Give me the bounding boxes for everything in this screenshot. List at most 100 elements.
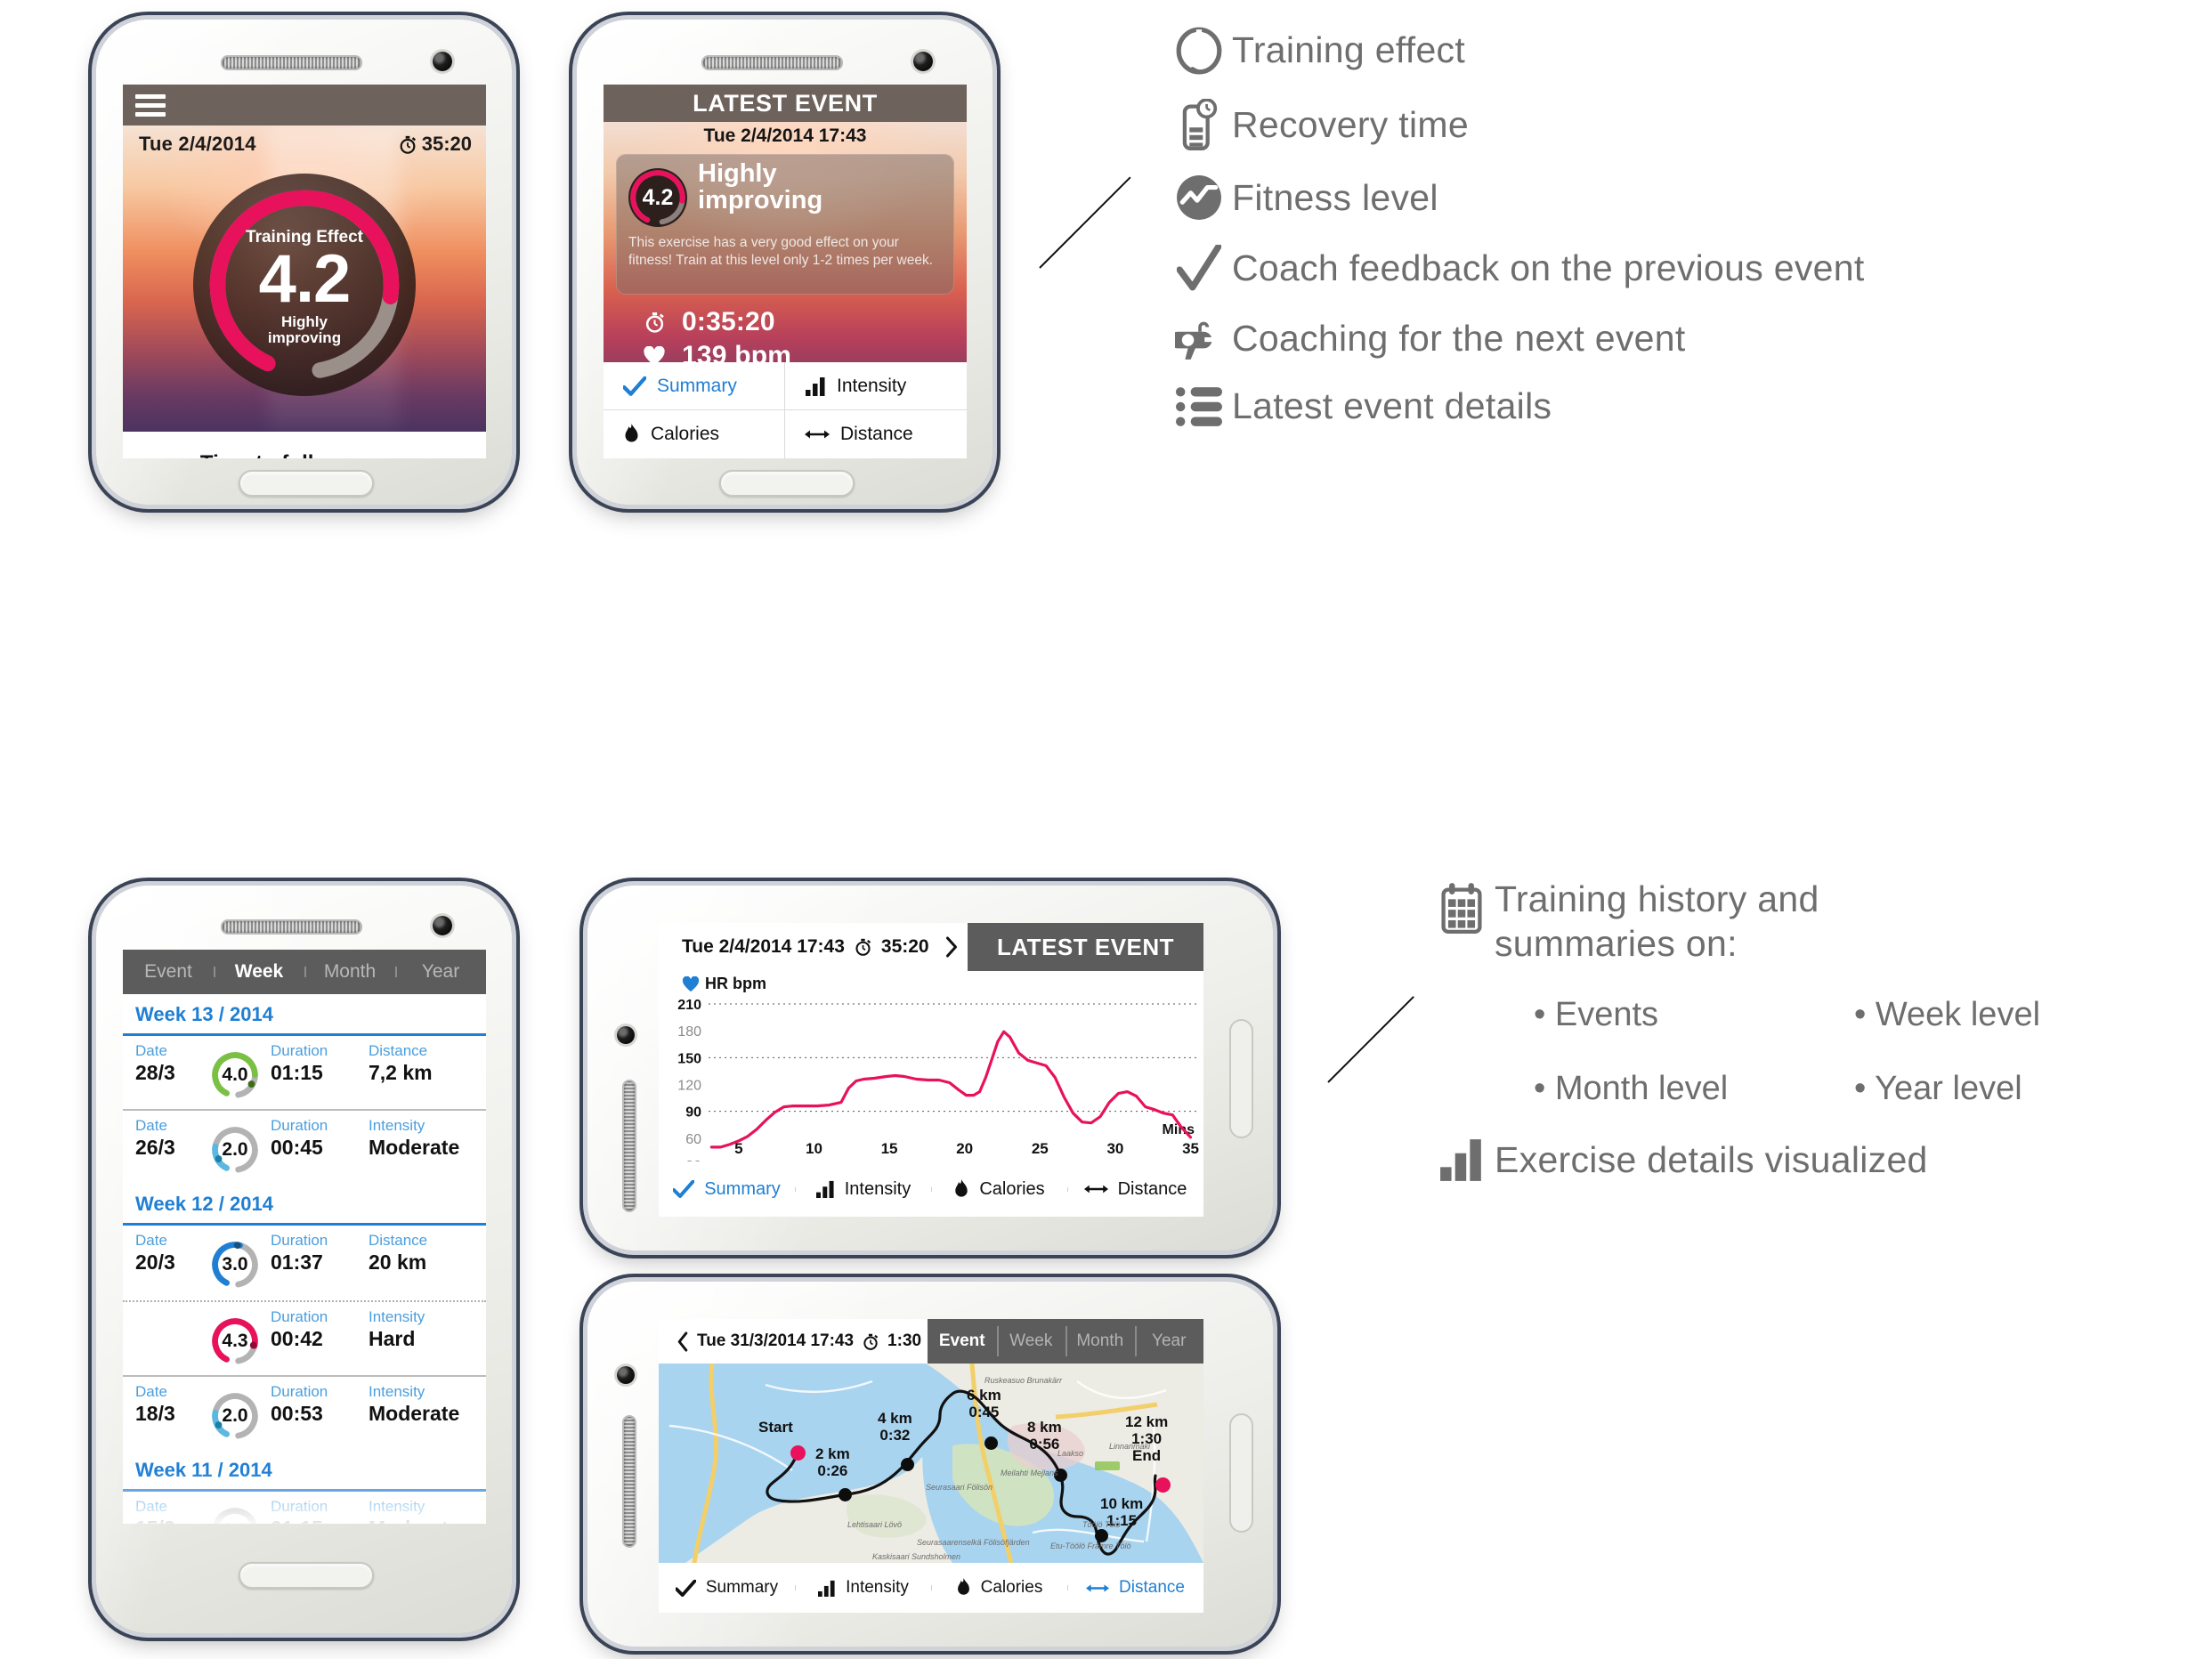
home-button[interactable] xyxy=(239,1562,374,1589)
home-screen: Tue 2/4/2014 35:20 Training Effect 4.2 H… xyxy=(123,85,486,458)
legend-item-training-history: Training history and summaries on: xyxy=(1429,877,2212,966)
map-label-start: Start xyxy=(758,1419,793,1436)
map-dot-10km xyxy=(1095,1529,1108,1542)
map-label-8km-time: 0:56 xyxy=(1029,1436,1060,1453)
coach-feedback-card: 4.2 Highly improving This exercise has a… xyxy=(616,154,954,295)
tab-calories[interactable]: Calories xyxy=(931,1178,1067,1200)
home-button[interactable] xyxy=(719,470,855,497)
calendar-icon xyxy=(1429,877,1495,934)
map-pin-end xyxy=(1155,1477,1171,1493)
tab-calories-label: Calories xyxy=(980,1578,1043,1597)
tab-distance[interactable]: Distance xyxy=(785,410,967,458)
tab-week[interactable]: Week xyxy=(214,961,304,983)
home-topbar xyxy=(123,85,486,125)
history-row[interactable]: Date 26/3 2.0 Duration 00:45 Intensity M… xyxy=(123,1109,486,1184)
tab-year[interactable]: Year xyxy=(395,961,486,983)
tab-event[interactable]: Event xyxy=(928,1319,997,1364)
tab-intensity-label: Intensity xyxy=(844,1178,912,1199)
front-camera-icon xyxy=(617,1026,635,1044)
history-row[interactable]: Date 28/3 4.0 Duration 01:15 Distance 7,… xyxy=(123,1036,486,1109)
tab-intensity[interactable]: Intensity xyxy=(795,1578,931,1598)
tab-summary[interactable]: Summary xyxy=(604,362,785,410)
hr-axis-title: HR bpm xyxy=(682,975,766,993)
tab-week[interactable]: Week xyxy=(996,1319,1066,1364)
map-duration: 1:30 xyxy=(887,1331,922,1350)
home-button[interactable] xyxy=(239,470,374,497)
route-map[interactable]: Start 2 km 0:26 4 km 0:32 6 km 0:45 8 km… xyxy=(659,1364,1203,1563)
tab-calories[interactable]: Calories xyxy=(931,1578,1067,1598)
row-metric1-label: Duration xyxy=(271,1232,328,1249)
map-dot-6km xyxy=(984,1436,998,1450)
chevron-left-icon[interactable] xyxy=(677,1331,689,1352)
row-gauge: 4.0 xyxy=(210,1050,260,1100)
x-tick-label: 5 xyxy=(734,1140,743,1157)
hamburger-icon[interactable] xyxy=(135,94,166,117)
front-camera-icon xyxy=(617,1366,635,1384)
phone-home: Tue 2/4/2014 35:20 Training Effect 4.2 H… xyxy=(96,20,512,505)
check-icon xyxy=(623,376,646,396)
map-header: Tue 31/3/2014 17:43 1:30 Event Week Mont… xyxy=(659,1319,1203,1364)
chart-meta: Tue 2/4/2014 17:43 35:20 xyxy=(659,936,959,958)
history-row[interactable]: 4.3 Duration 00:42 Intensity Hard xyxy=(123,1300,486,1375)
row-date-value: 18/3 xyxy=(135,1401,175,1425)
legend-label: Recovery time xyxy=(1232,103,1469,145)
event-description: This exercise has a very good effect on … xyxy=(628,235,934,268)
map-place-label: Seurasaari Fölisön xyxy=(926,1483,993,1492)
training-effect-gauge: Training Effect 4.2 Highly improving xyxy=(193,174,416,396)
side-key[interactable] xyxy=(1229,1413,1253,1533)
map-tabbar: Summary Intensity Calories Distance xyxy=(659,1563,1203,1613)
map-label-2km-time: 0:26 xyxy=(817,1462,848,1480)
row-metric2-label: Intensity xyxy=(369,1308,425,1325)
tab-summary[interactable]: Summary xyxy=(659,1578,795,1598)
row-metric2-value: 7,2 km xyxy=(369,1060,433,1084)
tab-month[interactable]: Month xyxy=(304,961,395,983)
history-row[interactable]: Date 18/3 2.0 Duration 00:53 Intensity M… xyxy=(123,1375,486,1450)
map-screen: Tue 31/3/2014 17:43 1:30 Event Week Mont… xyxy=(659,1319,1203,1613)
legend-heading: Training history and summaries on: xyxy=(1495,877,1819,966)
event-tabbar: Summary Intensity Calories Distance xyxy=(604,362,967,458)
side-key[interactable] xyxy=(1229,1019,1253,1138)
tab-distance[interactable]: Distance xyxy=(1067,1179,1203,1200)
x-tick-label: 15 xyxy=(880,1140,898,1157)
chevron-right-icon[interactable] xyxy=(945,936,959,958)
row-date-label: Date xyxy=(135,1117,167,1134)
tab-intensity-label: Intensity xyxy=(846,1578,909,1597)
legend-item-recovery-time: Recovery time xyxy=(1166,99,2163,150)
legend-item-fitness-level: Fitness level xyxy=(1166,174,2163,221)
legend-label: Coach feedback on the previous event xyxy=(1232,247,1865,288)
bars-icon xyxy=(1429,1138,1495,1181)
tab-distance[interactable]: Distance xyxy=(1067,1578,1203,1598)
earpiece-speaker xyxy=(221,55,362,70)
row-metric2-label: Distance xyxy=(369,1042,428,1059)
bars-icon xyxy=(806,376,825,396)
ring-gauge-icon xyxy=(1166,25,1232,75)
tab-intensity[interactable]: Intensity xyxy=(785,362,967,410)
row-metric1-value: 00:42 xyxy=(271,1326,323,1350)
connector-line-top xyxy=(1039,176,1131,269)
recovery-heading: Time to full recovery xyxy=(123,451,486,458)
row-date-value: 26/3 xyxy=(135,1135,175,1159)
map-place-label: Töölö Tölö xyxy=(1082,1520,1121,1529)
map-place-label: Ruskeasuo Brunakärr xyxy=(984,1376,1063,1385)
hr-chart-screen: Tue 2/4/2014 17:43 35:20 LATEST EVENT HR… xyxy=(659,923,1203,1217)
tab-month[interactable]: Month xyxy=(1065,1319,1135,1364)
tab-summary[interactable]: Summary xyxy=(659,1179,795,1200)
flame-icon xyxy=(625,424,638,442)
x-tick-label: 10 xyxy=(805,1140,822,1157)
row-metric1-label: Duration xyxy=(271,1117,328,1134)
home-duration-value: 35:20 xyxy=(421,133,472,155)
tab-intensity[interactable]: Intensity xyxy=(795,1179,931,1200)
tab-year[interactable]: Year xyxy=(1134,1319,1204,1364)
chart-tabbar: Summary Intensity Calories Distance xyxy=(659,1161,1203,1217)
row-date-value: 20/3 xyxy=(135,1250,175,1274)
legend-bullet-col-1: • Events • Month level xyxy=(1534,989,1854,1115)
phone-hr-chart: Tue 2/4/2014 17:43 35:20 LATEST EVENT HR… xyxy=(587,886,1273,1250)
earpiece-speaker xyxy=(622,1415,636,1548)
tab-calories[interactable]: Calories xyxy=(604,410,785,458)
row-metric2-label: Intensity xyxy=(369,1117,425,1134)
history-row[interactable]: Date 20/3 3.0 Duration 01:37 Distance 20… xyxy=(123,1226,486,1299)
tab-event[interactable]: Event xyxy=(123,961,214,983)
map-label-4km-time: 0:32 xyxy=(879,1427,911,1445)
x-tick-label: 35 xyxy=(1182,1140,1199,1157)
history-list[interactable]: Week 13 / 2014 Date 28/3 4.0 Duration 01… xyxy=(123,994,486,1524)
